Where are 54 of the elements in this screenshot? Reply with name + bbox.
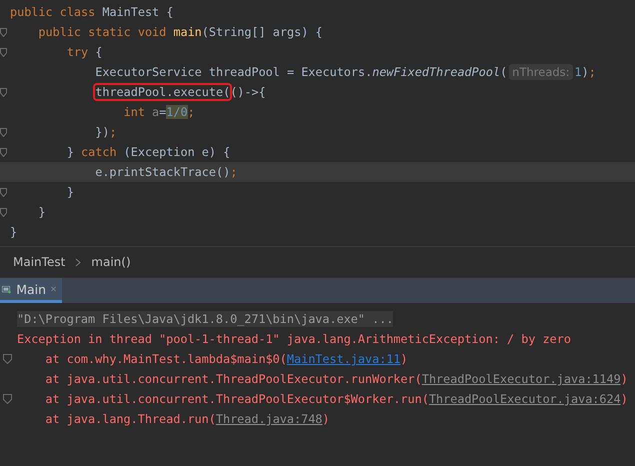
fold-marker-icon[interactable] <box>0 188 7 196</box>
variable-name: a <box>152 105 160 119</box>
code-text: }) <box>94 125 110 139</box>
keyword: public static void <box>37 25 168 39</box>
error-message: Exception in thread "pool-1-thread-1" java.lang.ArithmeticException: / by zero <box>17 332 571 346</box>
code-text: } <box>66 145 75 159</box>
code-text: e.printStackTrace() <box>94 165 230 179</box>
fold-marker-icon[interactable] <box>0 208 7 216</box>
chevron-icon <box>75 258 82 266</box>
code-text: MainTest { <box>102 5 174 19</box>
code-text: ()->{ <box>230 85 266 99</box>
code-text: (Exception e) { <box>124 145 230 159</box>
source-link[interactable]: Thread.java:748 <box>216 412 322 426</box>
code-text: } <box>66 185 74 199</box>
fold-marker-icon[interactable] <box>0 128 7 136</box>
stack-frame: at java.lang.Thread.run(Thread.java:748) <box>17 412 330 426</box>
stack-frame: at java.util.concurrent.ThreadPoolExecutor.runWorker(ThreadPoolExecutor.java:1149) <box>17 372 628 386</box>
keyword: try <box>66 45 90 59</box>
highlighted-call: threadPool.execute( <box>95 85 230 99</box>
code-text: ExecutorService threadPool = Executors. <box>94 65 372 79</box>
highlighted-expression: 1/0 <box>166 105 188 119</box>
number-literal: 1 <box>574 65 582 79</box>
code-text: = <box>159 105 166 119</box>
code-text: ) <box>582 65 589 79</box>
code-text: } <box>10 225 18 239</box>
code-text: ( <box>500 65 508 79</box>
parameter-hint: nThreads: <box>509 64 573 80</box>
fold-marker-icon[interactable] <box>0 88 7 96</box>
breadcrumb-item[interactable]: MainTest <box>13 255 66 269</box>
fold-marker-icon[interactable] <box>0 48 7 56</box>
stack-frame: at java.util.concurrent.ThreadPoolExecutor$Worker.run(ThreadPoolExecutor.java:624) <box>17 392 628 406</box>
method-name: main <box>173 25 202 39</box>
keyword: int <box>122 105 146 119</box>
code-text: { <box>95 45 102 59</box>
fold-marker-icon[interactable] <box>3 354 12 364</box>
fold-marker-icon[interactable] <box>0 148 7 156</box>
breadcrumb-item[interactable]: main() <box>91 255 131 269</box>
fold-marker-icon[interactable] <box>0 28 7 36</box>
run-tab[interactable]: Main <box>0 278 62 303</box>
source-link[interactable]: ThreadPoolExecutor.java:1149 <box>422 372 621 386</box>
close-icon[interactable] <box>51 285 56 293</box>
method-call: newFixedThreadPool <box>372 65 500 79</box>
keyword: public class <box>10 5 96 19</box>
keyword: ; <box>188 105 195 119</box>
keyword: catch <box>81 145 118 159</box>
source-link[interactable]: MainTest.java:11 <box>286 352 401 366</box>
code-text: (String[] args) { <box>202 25 323 39</box>
stack-frame: at com.why.MainTest.lambda$main$0(MainTest.java:11) <box>17 352 408 366</box>
source-link[interactable]: ThreadPoolExecutor.java:624 <box>428 392 621 406</box>
fold-marker-icon[interactable] <box>3 394 12 404</box>
keyword: ; <box>588 65 596 79</box>
keyword: ; <box>109 125 117 139</box>
code-text: } <box>37 205 46 219</box>
keyword: ; <box>230 165 238 179</box>
